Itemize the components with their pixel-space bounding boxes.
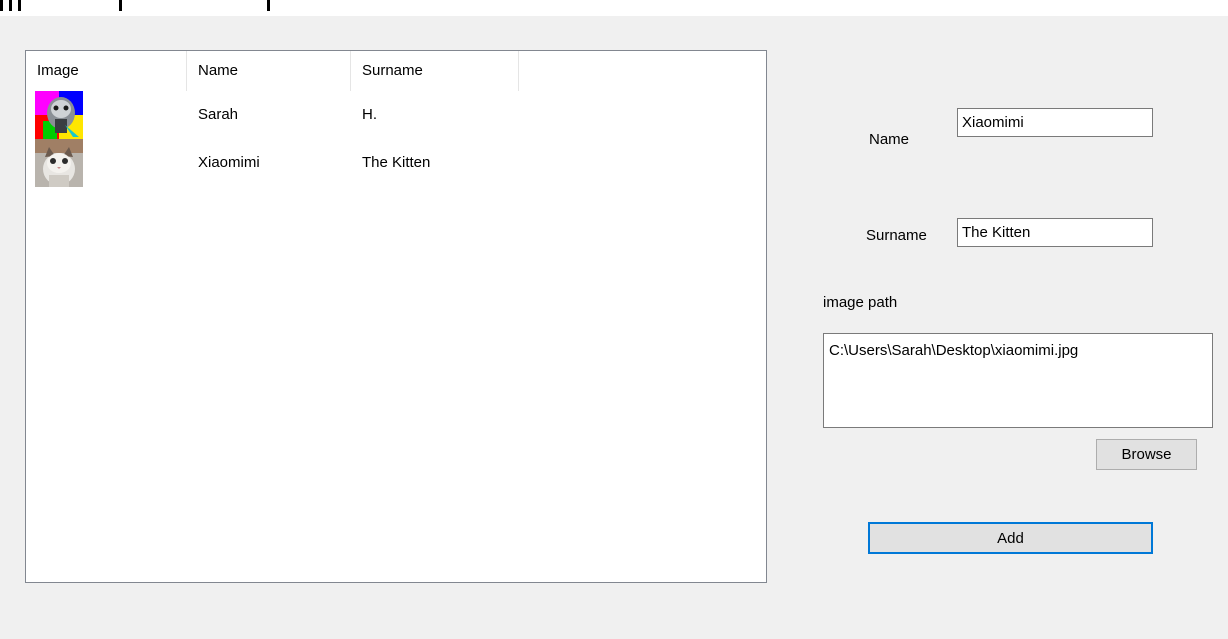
title-strip [0,0,1228,16]
row-name: Sarah [198,106,239,123]
window-edge-mark [18,0,21,11]
column-header-name[interactable]: Name [187,51,351,91]
surname-input[interactable] [957,218,1153,247]
image-path-label: image path [823,294,898,311]
row-surname: H. [362,106,377,123]
window-edge-mark [0,0,3,11]
row-surname: The Kitten [362,154,431,171]
window-edge-mark [267,0,270,11]
column-header-surname[interactable]: Surname [351,51,519,91]
window-edge-mark [119,0,122,11]
column-header-image[interactable]: Image [26,51,187,91]
listview-header: Image Name Surname [26,51,766,91]
app-window: Image Name Surname Sarah H. Xiaomimi The… [0,0,1228,639]
kitten-avatar-icon [35,139,83,187]
items-listview[interactable]: Image Name Surname Sarah H. Xiaomimi The… [25,50,767,583]
name-input[interactable] [957,108,1153,137]
window-edge-mark [9,0,12,11]
browse-button[interactable]: Browse [1096,439,1197,470]
name-label: Name [869,131,910,148]
surname-label: Surname [866,227,927,244]
add-button[interactable]: Add [868,522,1153,554]
list-item[interactable]: Sarah H. [26,91,766,139]
image-path-field[interactable]: C:\Users\Sarah\Desktop\xiaomimi.jpg [823,333,1213,428]
sarah-avatar-icon [35,91,83,139]
list-item[interactable]: Xiaomimi The Kitten [26,139,766,187]
row-name: Xiaomimi [198,154,260,171]
